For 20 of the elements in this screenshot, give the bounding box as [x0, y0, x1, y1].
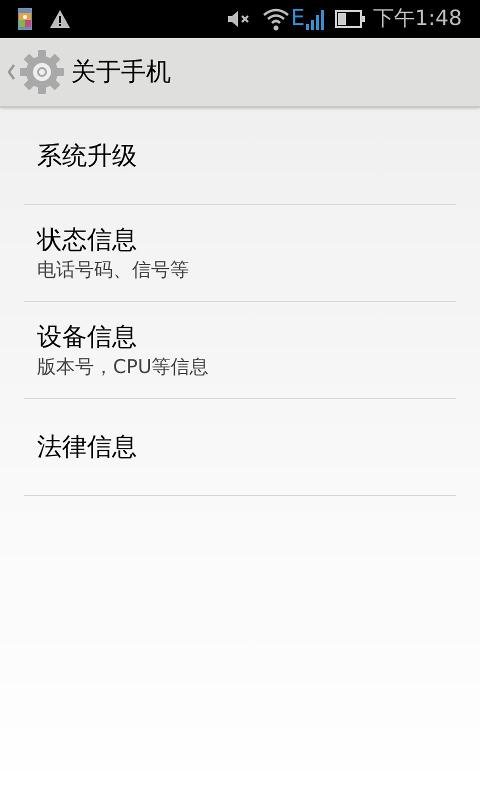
- back-icon[interactable]: [6, 63, 16, 81]
- screen-title: 关于手机: [71, 56, 171, 88]
- wifi-icon: [262, 7, 290, 31]
- warning-icon: [49, 9, 71, 29]
- item-subtitle: 电话号码、信号等: [37, 258, 190, 282]
- item-title: 系统升级: [37, 140, 138, 172]
- item-subtitle: 版本号，CPU等信息: [37, 354, 210, 380]
- network-type: E: [290, 8, 305, 30]
- gallery-icon: [18, 8, 32, 30]
- signal-icon: [304, 8, 327, 30]
- menu-item[interactable]: 设备信息 版本号，CPU等信息: [24, 302, 456, 399]
- menu-item[interactable]: 状态信息 电话号码、信号等: [24, 205, 456, 302]
- clock-time: 下午1:48: [372, 5, 462, 32]
- item-title: 状态信息: [37, 224, 138, 256]
- menu-item[interactable]: 法律信息: [24, 399, 456, 496]
- item-title: 设备信息: [37, 320, 138, 352]
- gear-icon: [19, 49, 65, 95]
- menu-item[interactable]: 系统升级: [24, 108, 456, 205]
- item-title: 法律信息: [37, 431, 138, 463]
- battery-icon: [334, 10, 365, 28]
